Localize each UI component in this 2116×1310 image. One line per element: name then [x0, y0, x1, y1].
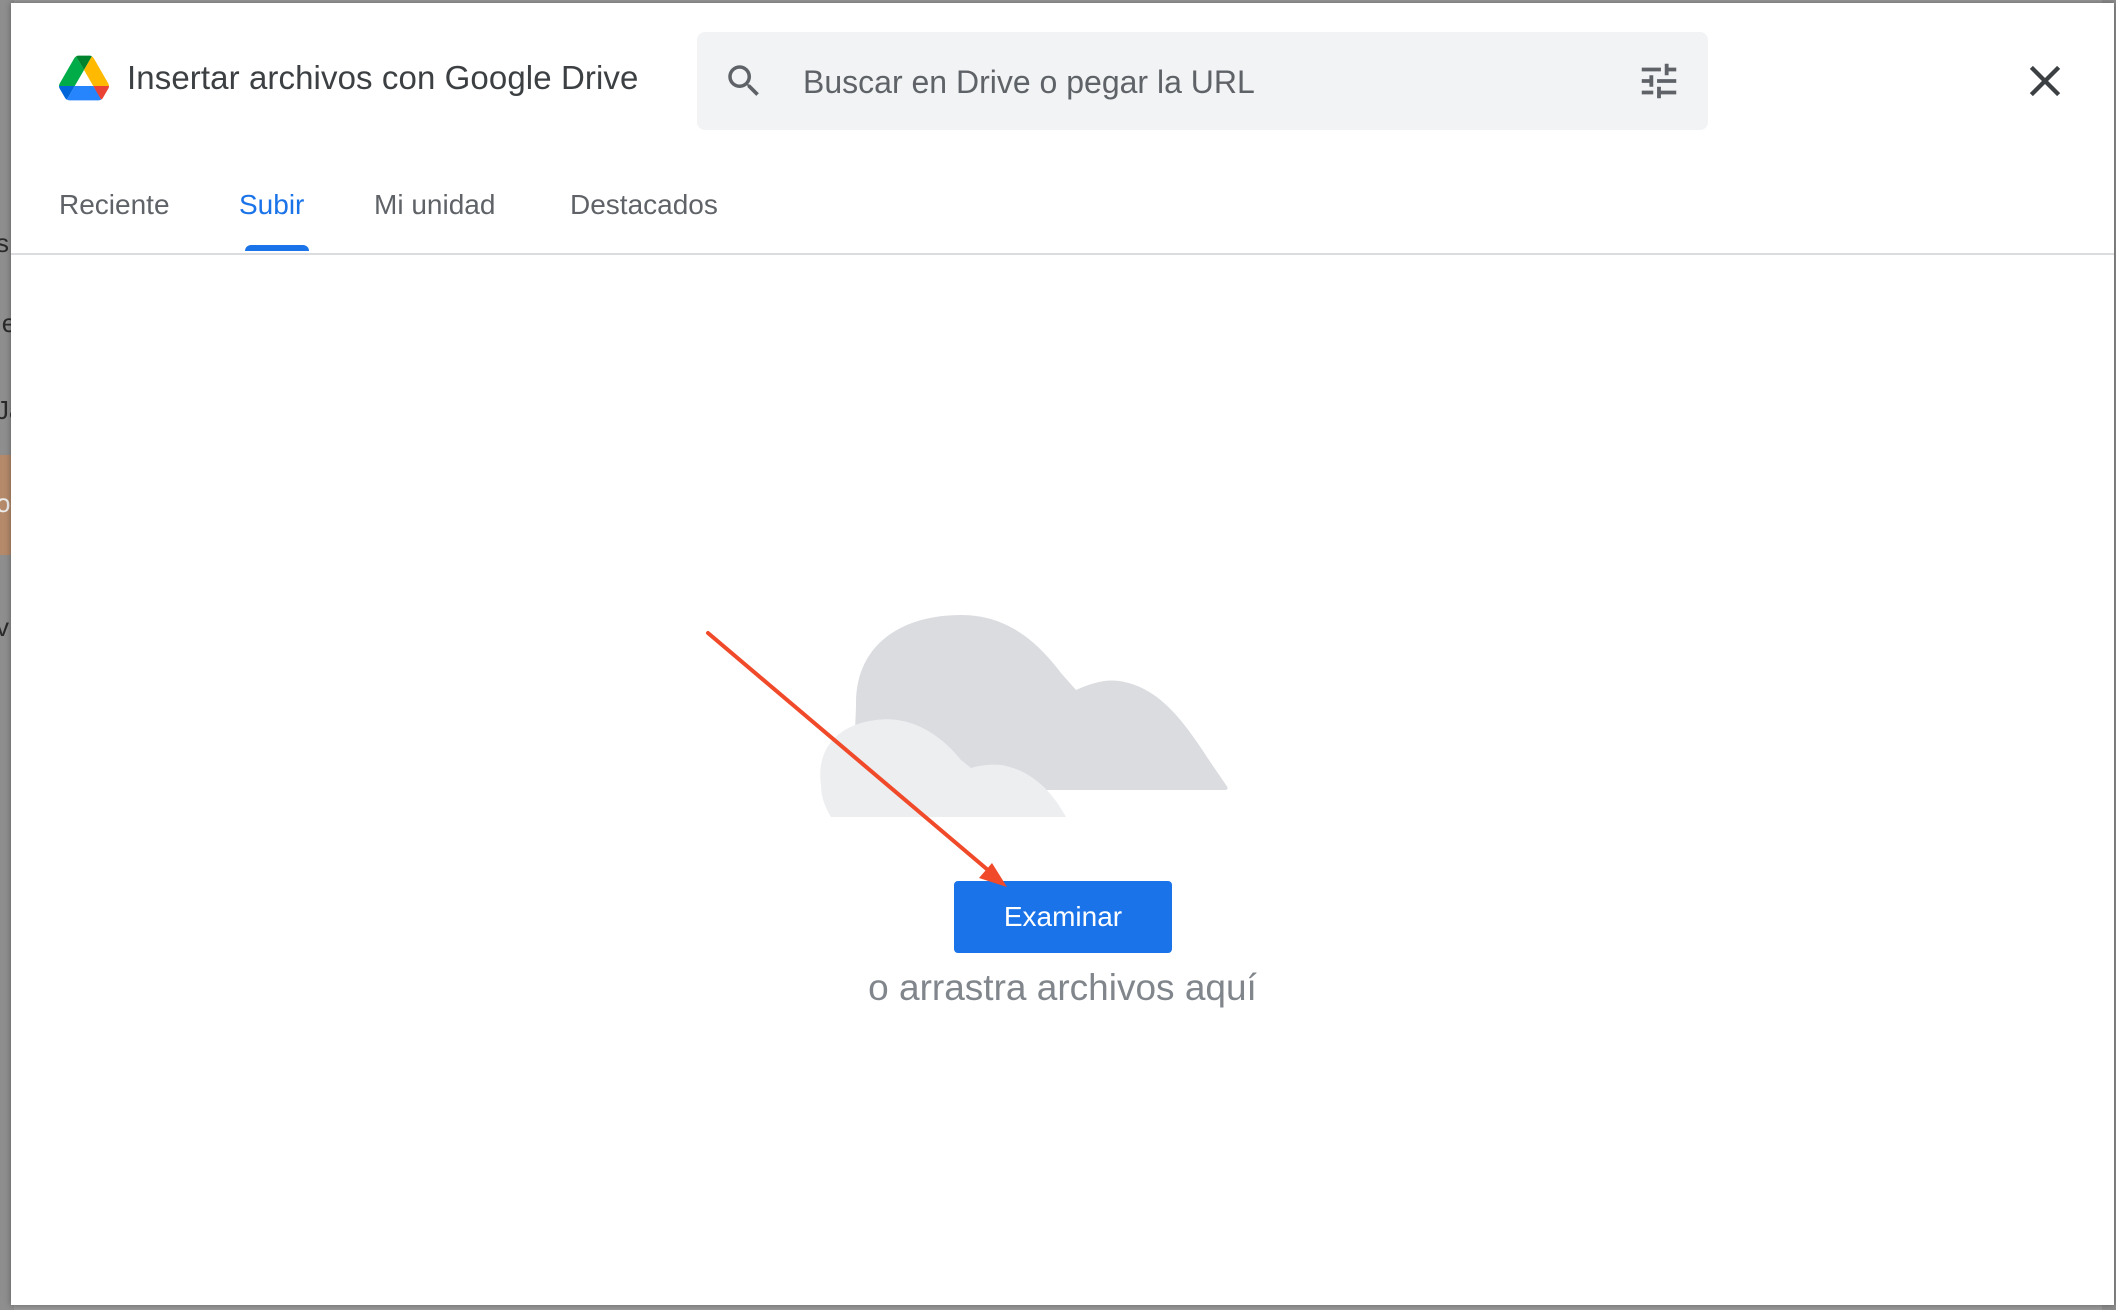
browse-button[interactable]: Examinar: [954, 881, 1172, 953]
search-input[interactable]: [801, 54, 1605, 110]
background-text: v: [0, 612, 9, 642]
drag-files-hint: o arrastra archivos aquí: [868, 967, 1257, 1008]
background-text: s: [0, 228, 9, 258]
dialog-title: Insertar archivos con Google Drive: [127, 59, 639, 96]
google-drive-logo-icon: [59, 55, 109, 101]
tune-icon[interactable]: [1636, 58, 1682, 104]
tab-subir[interactable]: Subir: [239, 189, 304, 221]
tab-reciente[interactable]: Reciente: [59, 189, 170, 221]
tab-mi-unidad[interactable]: Mi unidad: [374, 189, 495, 221]
tab-destacados[interactable]: Destacados: [570, 189, 718, 221]
dialog-header: Insertar archivos con Google Drive: [11, 3, 2114, 153]
active-tab-indicator: [245, 245, 309, 251]
upload-area[interactable]: Examinar o arrastra archivos aquí: [11, 255, 2114, 1305]
background-text: o: [0, 488, 11, 518]
drive-picker-dialog: Insertar archivos con Google Drive Recie…: [11, 3, 2114, 1305]
search-bar[interactable]: [697, 32, 1708, 130]
search-icon[interactable]: [723, 60, 765, 102]
tab-bar: Reciente Subir Mi unidad Destacados: [11, 153, 2114, 255]
close-icon[interactable]: [2019, 55, 2071, 107]
clouds-illustration: [820, 615, 1228, 817]
